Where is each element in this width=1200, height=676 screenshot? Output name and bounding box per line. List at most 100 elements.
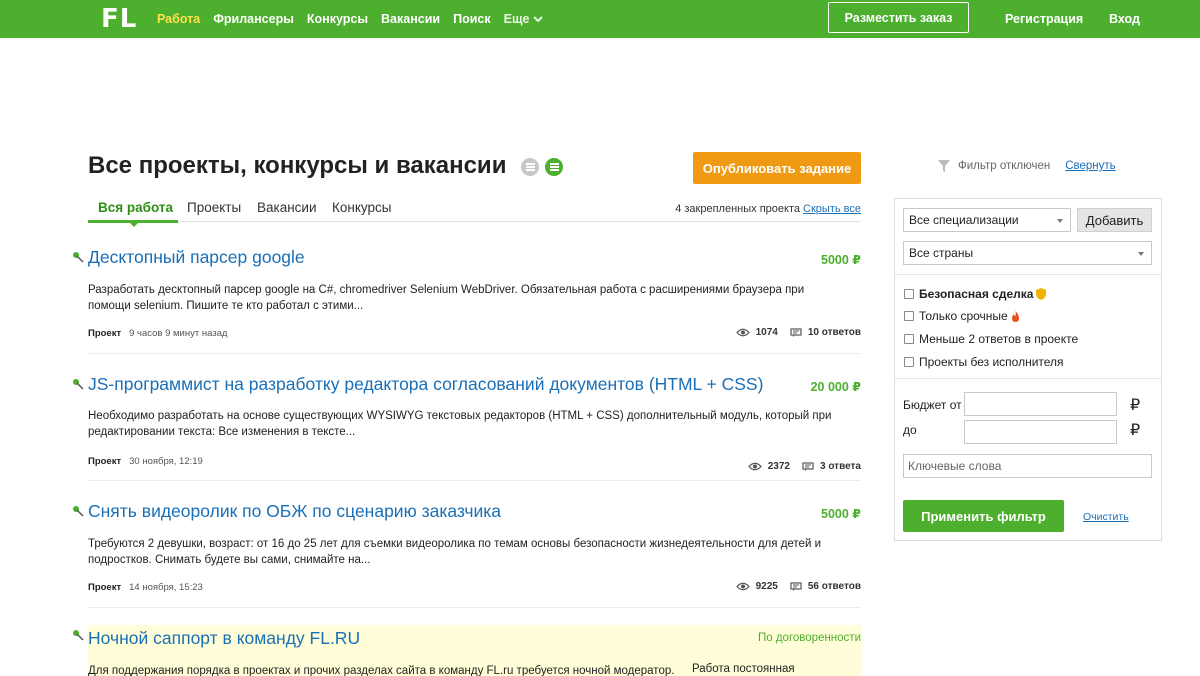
dropdown-arrow-icon xyxy=(1138,252,1144,256)
filter-panel: Все специализации Добавить Все страны Бе… xyxy=(894,198,1162,541)
register-link[interactable]: Регистрация xyxy=(1005,0,1083,38)
pinned-info: 4 закрепленных проекта Скрыть все xyxy=(675,203,861,215)
budget-from-label: Бюджет от xyxy=(903,398,962,412)
nav-contests[interactable]: Конкурсы xyxy=(307,12,368,26)
project-stats: 9225 56 ответов xyxy=(735,581,861,592)
logo[interactable]: FL xyxy=(101,4,137,34)
divider xyxy=(895,274,1161,275)
project-card: Десктопный парсер google 5000 ₽ Разработ… xyxy=(73,247,861,354)
checkbox-no-executor[interactable]: Проекты без исполнителя xyxy=(904,355,1064,369)
answers-count[interactable]: 3 ответа xyxy=(820,461,861,472)
checkbox-few-answers[interactable]: Меньше 2 ответов в проекте xyxy=(904,332,1078,346)
checkbox[interactable] xyxy=(904,334,914,344)
tab-vacancies[interactable]: Вакансии xyxy=(257,200,317,215)
eye-icon xyxy=(735,582,750,591)
project-description: Необходимо разработать на основе существ… xyxy=(88,410,832,438)
chevron-down-icon xyxy=(533,15,544,22)
post-order-button[interactable]: Разместить заказ xyxy=(828,2,969,33)
active-tab-caret xyxy=(129,222,139,227)
project-time: 30 ноября, 12:19 xyxy=(129,456,203,467)
country-select[interactable]: Все страны xyxy=(903,241,1152,265)
country-value: Все страны xyxy=(909,246,974,260)
pin-icon xyxy=(73,379,84,390)
budget-to-input[interactable] xyxy=(964,420,1117,444)
checkbox-label: Безопасная сделка xyxy=(919,287,1034,301)
top-navbar: FL Работа Фрилансеры Конкурсы Вакансии П… xyxy=(0,0,1200,38)
tabs: Вся работа Проекты Вакансии Конкурсы 4 з… xyxy=(88,200,861,227)
pin-icon xyxy=(73,630,84,641)
project-card: JS-программист на разработку редактора с… xyxy=(73,374,861,481)
main-nav: Работа Фрилансеры Конкурсы Вакансии Поис… xyxy=(157,0,544,38)
checkbox-label: Только срочные xyxy=(919,309,1008,323)
collapse-link[interactable]: Свернуть xyxy=(1065,160,1115,172)
project-meta: Проект 30 ноября, 12:19 xyxy=(88,456,203,467)
project-card: Снять видеоролик по ОБЖ по сценарию зака… xyxy=(73,501,861,608)
publish-task-button[interactable]: Опубликовать задание xyxy=(693,152,861,184)
comment-icon xyxy=(790,327,802,337)
project-time: 14 ноября, 15:23 xyxy=(129,582,203,593)
answers-count[interactable]: 56 ответов xyxy=(808,581,861,592)
title-icons xyxy=(521,158,563,176)
hide-all-link[interactable]: Скрыть все xyxy=(803,203,861,215)
pinned-count: 4 закрепленных проекта xyxy=(675,203,800,215)
specialization-select[interactable]: Все специализации xyxy=(903,208,1071,232)
divider xyxy=(895,378,1161,379)
project-type: Проект xyxy=(88,456,122,467)
project-budget: По договоренности xyxy=(757,632,861,644)
project-title[interactable]: Ночной саппорт в команду FL.RU xyxy=(88,628,360,649)
project-title[interactable]: Снять видеоролик по ОБЖ по сценарию зака… xyxy=(88,501,501,522)
apply-filter-button[interactable]: Применить фильтр xyxy=(903,500,1064,532)
comment-icon xyxy=(790,581,802,591)
eye-icon xyxy=(747,462,762,471)
shield-icon xyxy=(1036,288,1047,300)
project-title[interactable]: Десктопный парсер google xyxy=(88,247,305,268)
project-budget: 20 000 ₽ xyxy=(810,380,861,394)
checkbox-safe-deal[interactable]: Безопасная сделка xyxy=(904,287,1047,301)
funnel-icon xyxy=(938,160,950,172)
project-description: Требуются 2 девушки, возраст: от 16 до 2… xyxy=(88,538,821,566)
login-link[interactable]: Вход xyxy=(1109,0,1140,38)
currency-symbol: ₽ xyxy=(1130,422,1141,439)
eye-icon xyxy=(735,328,750,337)
nav-more-label: Еще xyxy=(503,12,530,26)
checkbox[interactable] xyxy=(904,289,914,299)
keywords-input[interactable]: Ключевые слова xyxy=(903,454,1152,478)
views-count: 9225 xyxy=(755,581,778,592)
nav-work[interactable]: Работа xyxy=(157,12,200,26)
currency-symbol: ₽ xyxy=(1130,397,1141,414)
project-stats: 1074 10 ответов xyxy=(735,327,861,338)
project-stats: 2372 3 ответа xyxy=(747,461,861,472)
pin-icon xyxy=(73,506,84,517)
tab-all-work[interactable]: Вся работа xyxy=(98,200,173,215)
pin-icon xyxy=(73,252,84,263)
project-description: Разработать десктопный парсер google на … xyxy=(88,284,805,312)
nav-more[interactable]: Еще xyxy=(504,12,544,26)
budget-to-label: до xyxy=(903,423,917,437)
project-meta: Проект 14 ноября, 15:23 xyxy=(88,582,203,593)
checkbox-label: Меньше 2 ответов в проекте xyxy=(919,332,1079,346)
checkbox[interactable] xyxy=(904,311,914,321)
answers-count[interactable]: 10 ответов xyxy=(808,327,861,338)
specialization-value: Все специализации xyxy=(909,213,1019,227)
views-count: 2372 xyxy=(767,461,790,472)
project-description: Для поддержания порядка в проектах и про… xyxy=(88,665,675,676)
filter-status-text: Фильтр отключен xyxy=(958,160,1051,172)
rss-list-icon[interactable] xyxy=(545,158,563,176)
fire-icon xyxy=(1011,310,1019,322)
clear-filter-link[interactable]: Очистить xyxy=(1083,511,1129,523)
nav-search[interactable]: Поиск xyxy=(453,12,491,26)
nav-freelancers[interactable]: Фрилансеры xyxy=(213,12,294,26)
project-title[interactable]: JS-программист на разработку редактора с… xyxy=(88,374,763,395)
comment-icon xyxy=(802,461,814,471)
nav-vacancies[interactable]: Вакансии xyxy=(381,12,440,26)
dropdown-arrow-icon xyxy=(1057,219,1063,223)
views-count: 1074 xyxy=(755,327,778,338)
project-budget: 5000 ₽ xyxy=(821,253,861,267)
list-view-icon[interactable] xyxy=(521,158,539,176)
tab-contests[interactable]: Конкурсы xyxy=(332,200,391,215)
checkbox[interactable] xyxy=(904,357,914,367)
add-specialization-button[interactable]: Добавить xyxy=(1077,208,1152,232)
budget-from-input[interactable] xyxy=(964,392,1117,416)
checkbox-urgent[interactable]: Только срочные xyxy=(904,309,1020,323)
tab-projects[interactable]: Проекты xyxy=(187,200,241,215)
